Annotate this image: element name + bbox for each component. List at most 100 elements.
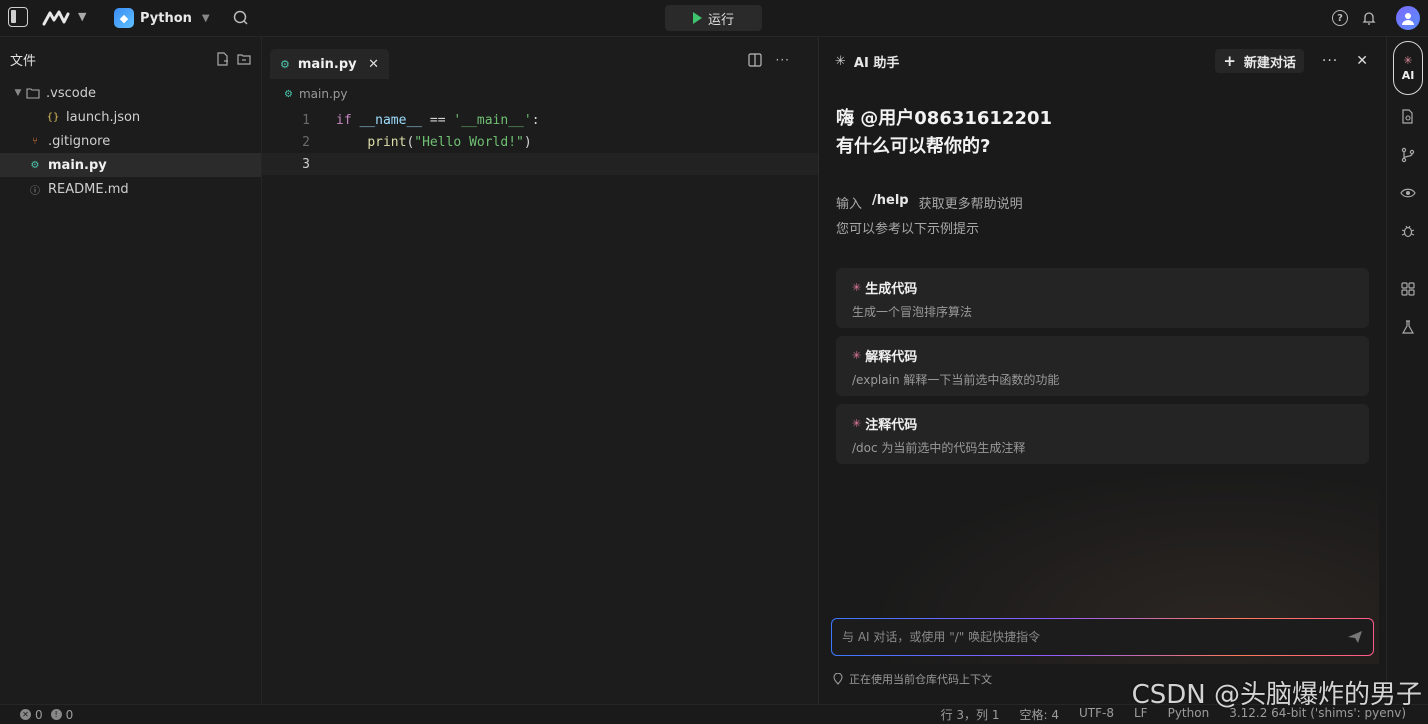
- line-number: 2: [302, 134, 310, 150]
- editor-tabs: ⚙ main.py ✕ ···: [262, 37, 818, 83]
- app-window: ▼ ◆ Python ▼ 运行 ? 文件 ▼ .vscode {} launch…: [0, 0, 1428, 724]
- ai-chat-input[interactable]: [842, 630, 1347, 644]
- card-title: 生成代码: [865, 282, 918, 297]
- sparkle-icon: ✳: [835, 53, 846, 69]
- code-editor[interactable]: 1 if __name__ == '__main__': 2 print("He…: [262, 109, 818, 175]
- toggle-sidebar-icon[interactable]: [8, 7, 28, 27]
- search-icon[interactable]: [232, 9, 250, 27]
- line-number: 3: [302, 156, 310, 172]
- hint-prefix: 输入: [836, 197, 863, 212]
- chevron-down-icon[interactable]: ▼: [78, 10, 86, 23]
- bell-icon[interactable]: [1362, 11, 1376, 25]
- sparkle-icon: ✳: [852, 417, 862, 430]
- tree-file-main-py[interactable]: ⚙ main.py: [0, 153, 261, 177]
- new-folder-icon[interactable]: [237, 52, 251, 66]
- ai-assistant-panel: ✳ AI 助手 + 新建对话 ··· ✕ 嗨 @用户08631612201 有什…: [818, 37, 1386, 704]
- breadcrumb: ⚙ main.py: [262, 83, 818, 105]
- close-icon[interactable]: ✕: [368, 57, 379, 72]
- ai-rail-label: AI: [1401, 69, 1415, 82]
- run-button[interactable]: 运行: [665, 5, 762, 31]
- explorer-header: 文件: [0, 37, 261, 81]
- explorer-title: 文件: [10, 53, 37, 69]
- tree-item-label: .vscode: [46, 85, 96, 101]
- hint-suffix: 获取更多帮助说明: [918, 197, 1023, 212]
- card-desc: 生成一个冒泡排序算法: [852, 305, 973, 319]
- error-icon: ✕: [20, 709, 31, 720]
- cursor-position[interactable]: 行 3，列 1: [941, 706, 1000, 723]
- new-file-icon[interactable]: [215, 52, 229, 66]
- sparkle-icon: ✳: [852, 281, 862, 294]
- split-editor-icon[interactable]: [747, 53, 762, 67]
- flask-icon[interactable]: [1400, 319, 1416, 335]
- card-title: 解释代码: [865, 350, 918, 365]
- send-icon[interactable]: [1347, 629, 1363, 645]
- chevron-down-icon: ▼: [14, 88, 22, 98]
- new-chat-button[interactable]: + 新建对话: [1215, 49, 1304, 73]
- close-icon[interactable]: ✕: [1356, 53, 1368, 69]
- code-line-active: 3: [262, 153, 818, 175]
- greeting: 嗨 @用户08631612201 有什么可以帮你的?: [836, 105, 1052, 161]
- location-pin-icon: [833, 673, 843, 685]
- python-file-icon: ⚙: [30, 159, 40, 171]
- ai-assistant-toggle[interactable]: ✳ AI: [1393, 41, 1423, 95]
- help-hint: 输入 /help 获取更多帮助说明: [836, 193, 1023, 212]
- code-line: 2 print("Hello World!"): [262, 131, 818, 153]
- status-right: 行 3，列 1 空格: 4 UTF-8 LF Python 3.12.2 64-…: [941, 706, 1406, 723]
- language-selector[interactable]: ◆ Python ▼: [108, 6, 216, 30]
- tree-file-readme[interactable]: ⓘ README.md: [0, 177, 261, 201]
- file-explorer: 文件 ▼ .vscode {} launch.json ⑂ .gitignore…: [0, 37, 262, 704]
- sparkle-icon: ✳: [1403, 54, 1413, 67]
- line-ending[interactable]: LF: [1134, 706, 1148, 723]
- warning-count: 0: [65, 707, 74, 722]
- hint-command: /help: [872, 193, 909, 208]
- problems-indicator[interactable]: ✕ 0 ! 0: [20, 708, 73, 722]
- ai-input-frame: [831, 618, 1374, 656]
- line-number: 1: [302, 112, 310, 128]
- info-icon: ⓘ: [30, 185, 40, 197]
- python-file-icon: ⚙: [280, 57, 290, 71]
- tree-item-label: launch.json: [66, 109, 141, 125]
- tree-item-label: main.py: [48, 157, 107, 173]
- debug-eye-icon[interactable]: [1400, 185, 1416, 201]
- breadcrumb-item[interactable]: main.py: [299, 87, 348, 101]
- top-bar-right: ?: [1332, 6, 1420, 30]
- right-activity-rail: ✳ AI: [1386, 37, 1428, 704]
- ai-panel-header: ✳ AI 助手 + 新建对话 ··· ✕: [819, 37, 1386, 85]
- editor-actions: ···: [747, 53, 790, 67]
- file-search-icon[interactable]: [1400, 109, 1416, 125]
- python-interpreter[interactable]: 3.12.2 64-bit ('shims': pyenv): [1229, 706, 1406, 723]
- language-mode[interactable]: Python: [1168, 706, 1210, 723]
- indentation[interactable]: 空格: 4: [1020, 706, 1060, 723]
- example-card-generate[interactable]: ✳ 生成代码 生成一个冒泡排序算法: [836, 268, 1369, 328]
- extensions-grid-icon[interactable]: [1400, 281, 1416, 297]
- example-card-explain[interactable]: ✳ 解释代码 /explain 解释一下当前选中函数的功能: [836, 336, 1369, 396]
- git-branch-icon[interactable]: [1400, 147, 1416, 163]
- more-icon[interactable]: ···: [776, 53, 790, 67]
- code-text: print("Hello World!"): [367, 134, 532, 150]
- app-logo-icon[interactable]: [42, 8, 72, 28]
- greeting-line-1: 嗨 @用户08631612201: [836, 108, 1053, 129]
- bug-icon[interactable]: [1400, 223, 1416, 239]
- more-icon[interactable]: ···: [1322, 53, 1338, 69]
- help-icon[interactable]: ?: [1332, 10, 1348, 26]
- examples-hint: 您可以参考以下示例提示: [836, 222, 980, 237]
- tree-item-label: .gitignore: [48, 133, 111, 149]
- avatar[interactable]: [1396, 6, 1420, 30]
- tree-file-gitignore[interactable]: ⑂ .gitignore: [0, 129, 261, 153]
- editor-pane: ⚙ main.py ✕ ··· ⚙ main.py 1 if __name__ …: [262, 37, 818, 704]
- card-title: 注释代码: [865, 418, 918, 433]
- tab-main-py[interactable]: ⚙ main.py ✕: [270, 49, 389, 79]
- error-count: 0: [35, 707, 43, 722]
- tree-file-launch-json[interactable]: {} launch.json: [0, 105, 261, 129]
- example-card-comment[interactable]: ✳ 注释代码 /doc 为当前选中的代码生成注释: [836, 404, 1369, 464]
- play-icon: [692, 12, 702, 24]
- sparkle-icon: ✳: [852, 349, 862, 362]
- encoding[interactable]: UTF-8: [1079, 706, 1114, 723]
- card-desc: /doc 为当前选中的代码生成注释: [852, 441, 1026, 455]
- card-desc: /explain 解释一下当前选中函数的功能: [852, 373, 1060, 387]
- user-icon: [1402, 13, 1414, 25]
- tree-folder-vscode[interactable]: ▼ .vscode: [0, 81, 261, 105]
- code-line: 1 if __name__ == '__main__':: [262, 109, 818, 131]
- tab-label: main.py: [297, 56, 357, 72]
- plus-icon: +: [1223, 52, 1236, 70]
